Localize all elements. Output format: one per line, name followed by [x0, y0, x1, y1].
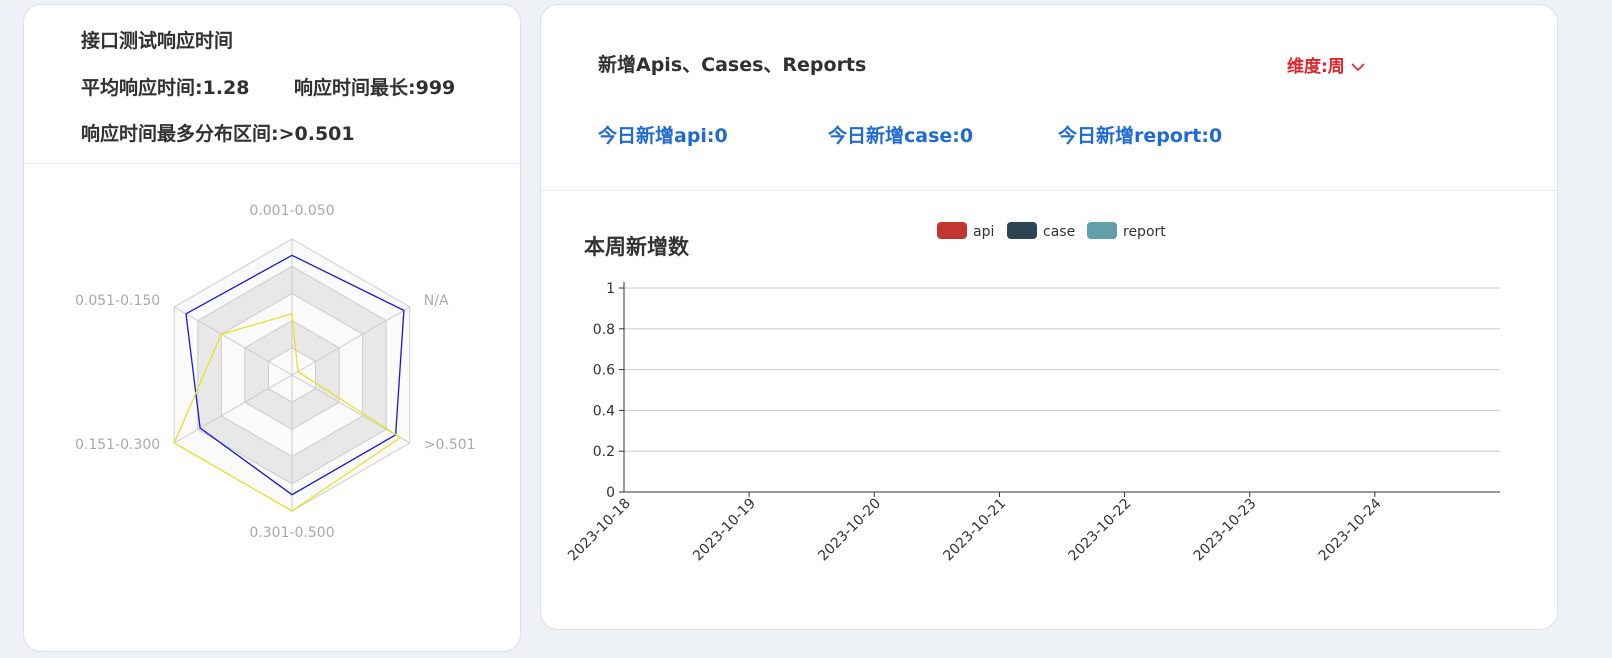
radar-indicator-label: 0.001-0.050: [249, 203, 334, 219]
radar-indicator-label: 0.051-0.150: [75, 293, 160, 309]
x-category-label: 2023-10-19: [690, 496, 759, 565]
response-time-card: 接口测试响应时间 平均响应时间:1.28 响应时间最长:999 响应时间最多分布…: [23, 4, 521, 652]
response-time-title: 接口测试响应时间: [81, 30, 234, 52]
today-new-case: 今日新增case:0: [828, 125, 974, 147]
legend-label-report: report: [1123, 224, 1166, 240]
x-category-label: 2023-10-23: [1191, 496, 1260, 565]
legend-label-api: api: [973, 224, 994, 240]
avg-response-time: 平均响应时间:1.28: [81, 77, 250, 99]
y-tick-label: 0.6: [593, 363, 615, 379]
chevron-down-icon: [1351, 63, 1365, 72]
y-tick-label: 0: [606, 485, 615, 501]
radar-indicator-label: 0.301-0.500: [249, 525, 334, 541]
weekly-new-chart: 本周新增数 api case report 0 0.2 0.4 0.6 0.8 1 2023-10-…: [565, 222, 1500, 565]
legend-swatch-report: [1087, 222, 1117, 239]
dimension-selector[interactable]: 维度:周: [1287, 52, 1365, 77]
new-items-card: 新增Apis、Cases、Reports 维度:周 今日新增api:0 今日新增…: [540, 4, 1558, 630]
x-category-label: 2023-10-20: [815, 496, 884, 565]
x-category-label: 2023-10-24: [1316, 495, 1385, 564]
radar-chart: 0.001-0.050 N/A >0.501 0.301-0.500 0.151-0.3…: [75, 203, 476, 541]
radar-indicator-label: >0.501: [424, 437, 476, 453]
today-new-api: 今日新增api:0: [598, 125, 728, 147]
x-category-label: 2023-10-18: [565, 496, 634, 565]
max-response-time: 响应时间最长:999: [294, 77, 456, 99]
chart-title: 本周新增数: [584, 235, 690, 259]
y-tick-label: 1: [606, 281, 615, 297]
x-category-label: 2023-10-21: [940, 496, 1009, 565]
new-items-title: 新增Apis、Cases、Reports: [598, 54, 867, 76]
legend-swatch-case: [1007, 222, 1037, 239]
dimension-label: 维度:周: [1287, 57, 1345, 77]
legend-swatch-api: [937, 222, 967, 239]
x-category-label: 2023-10-22: [1066, 496, 1135, 565]
left-divider: [24, 163, 520, 164]
today-new-report: 今日新增report:0: [1058, 125, 1223, 147]
radar-indicator-label: 0.151-0.300: [75, 437, 160, 453]
y-tick-label: 0.8: [593, 322, 615, 338]
radar-indicator-label: N/A: [424, 293, 449, 309]
most-distribution-interval: 响应时间最多分布区间:>0.501: [81, 123, 355, 145]
y-tick-label: 0.2: [593, 444, 615, 460]
legend-label-case: case: [1043, 224, 1075, 240]
y-tick-label: 0.4: [593, 403, 615, 419]
